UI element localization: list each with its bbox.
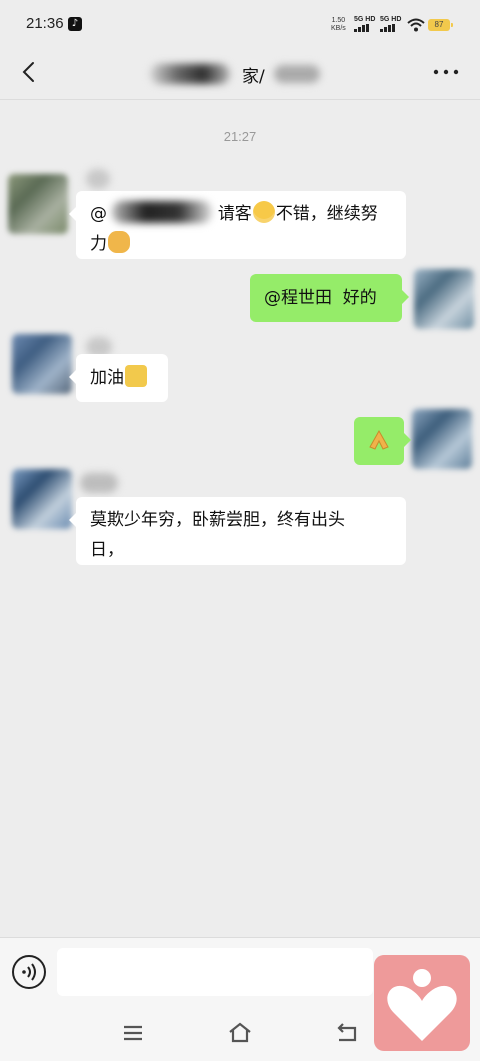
ellipsis-icon[interactable] [432, 62, 460, 82]
message-bubble[interactable]: 莫欺少年穷，卧薪尝胆，终有出头 日， [69, 497, 406, 565]
sim2-signal: 5G HD [380, 16, 401, 32]
network-speed: 1.50 KB/s [331, 17, 346, 33]
menu-icon[interactable] [120, 1020, 146, 1046]
grinning-face-emoji-icon [252, 201, 275, 223]
message-bubble[interactable] [354, 417, 411, 465]
redacted-title-part [274, 65, 320, 83]
message-bubble[interactable]: @ 请客 不错，继续努 力 [69, 191, 406, 259]
avatar[interactable] [12, 334, 72, 394]
chat-title: 家/ [150, 60, 330, 87]
thumbs-up-emoji-icon [125, 365, 147, 387]
message-timestamp: 21:27 [223, 129, 257, 144]
message-bubble[interactable]: @程世田 好的 [250, 274, 409, 322]
message-text: 力 [90, 234, 107, 254]
sender-name [80, 473, 118, 493]
message-text: 请客 [217, 204, 252, 224]
battery-indicator: 87 [428, 19, 453, 31]
folded-hands-emoji-icon [369, 429, 389, 450]
chevron-left-icon[interactable] [18, 60, 42, 84]
chat-header: 家/ [0, 48, 480, 100]
message-text: @程世田 好的 [264, 288, 377, 308]
status-time: 21:36 [26, 15, 64, 32]
redacted-title-part [150, 64, 230, 84]
signal-bars-icon [354, 24, 375, 32]
home-icon[interactable] [227, 1020, 253, 1046]
redacted-mention [112, 201, 213, 223]
chat-title-text: 家/ [242, 67, 265, 87]
message-text: 莫欺少年穷，卧薪尝胆，终有出头 [90, 510, 345, 530]
handshake-emoji-icon [108, 231, 130, 253]
avatar[interactable] [412, 409, 472, 469]
sender-name [86, 169, 110, 189]
status-bar: 21:36 ♪ 1.50 KB/s 5G HD 5G HD 87 [0, 0, 480, 48]
message-text: 不错，继续努 [275, 204, 378, 224]
avatar[interactable] [12, 469, 72, 529]
wifi-icon [407, 18, 425, 32]
floating-heart-widget[interactable] [374, 955, 470, 1051]
network-speed-unit: KB/s [331, 25, 346, 32]
chat-message-list[interactable]: 21:27 @ 请客 不错，继续努 力 @程世田 好的 加油 莫欺少年穷，卧薪尝胆… [0, 101, 480, 936]
avatar[interactable] [414, 269, 474, 329]
voice-icon[interactable] [12, 955, 46, 989]
sim1-signal: 5G HD [354, 16, 375, 32]
signal-bars-icon [380, 24, 401, 32]
avatar[interactable] [8, 174, 68, 234]
tiktok-notification-icon: ♪ [68, 17, 82, 31]
network-speed-value: 1.50 [331, 17, 346, 24]
heart-icon [387, 969, 457, 1041]
message-input[interactable] [57, 948, 373, 996]
sim2-label: 5G HD [380, 16, 402, 23]
message-bubble[interactable]: 加油 [69, 354, 168, 402]
back-arrow-icon[interactable] [334, 1020, 360, 1046]
sim1-label: 5G HD [354, 16, 376, 23]
message-text: @ [90, 204, 107, 224]
message-text: 日， [90, 540, 124, 560]
message-text: 加油 [90, 368, 124, 388]
